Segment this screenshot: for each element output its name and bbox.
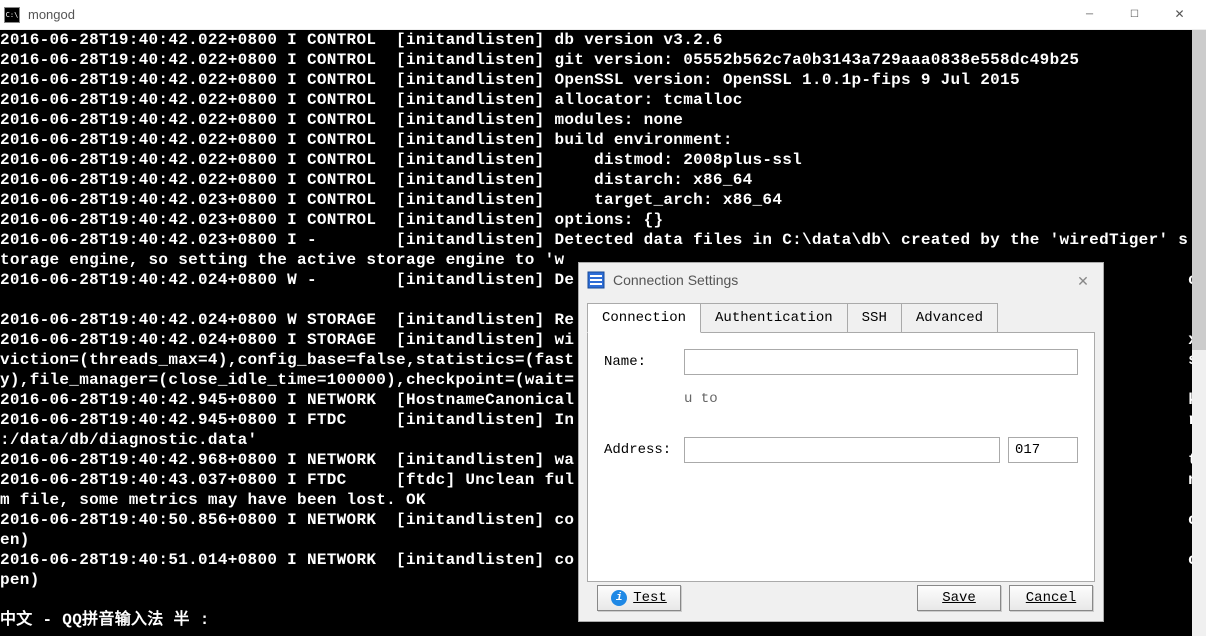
cancel-button[interactable]: Cancel — [1009, 585, 1093, 611]
tab-advanced[interactable]: Advanced — [901, 303, 998, 333]
minimize-button[interactable] — [1067, 0, 1112, 30]
address-label: Address: — [604, 442, 684, 458]
maximize-button[interactable] — [1112, 0, 1157, 30]
scrollbar-thumb[interactable] — [1192, 30, 1206, 350]
dialog-buttons: i Test Save Cancel — [579, 585, 1103, 611]
dialog-titlebar[interactable]: Connection Settings — [579, 263, 1103, 297]
name-input[interactable] — [684, 349, 1078, 375]
info-icon: i — [611, 590, 627, 606]
address-port-input[interactable] — [1008, 437, 1078, 463]
dialog-title: Connection Settings — [613, 272, 738, 288]
scrollbar[interactable] — [1192, 30, 1206, 636]
name-hint: u to — [684, 391, 1078, 407]
tab-panel-connection: Name: u to Address: — [587, 332, 1095, 582]
test-button[interactable]: i Test — [597, 585, 681, 611]
tab-ssh[interactable]: SSH — [847, 303, 902, 333]
titlebar: mongod — [0, 0, 1206, 30]
tabs: Connection Authentication SSH Advanced — [587, 303, 1095, 333]
tab-connection[interactable]: Connection — [587, 303, 701, 333]
window-title: mongod — [28, 7, 75, 22]
window-close-button[interactable] — [1157, 0, 1202, 30]
test-button-label: Test — [633, 590, 667, 606]
connection-settings-dialog: Connection Settings Connection Authentic… — [578, 262, 1104, 622]
address-host-input[interactable] — [684, 437, 1000, 463]
dialog-close-icon[interactable] — [1071, 269, 1095, 293]
tab-authentication[interactable]: Authentication — [700, 303, 848, 333]
cmd-icon — [4, 7, 20, 23]
save-button[interactable]: Save — [917, 585, 1001, 611]
name-label: Name: — [604, 354, 684, 370]
dialog-icon — [587, 271, 605, 289]
